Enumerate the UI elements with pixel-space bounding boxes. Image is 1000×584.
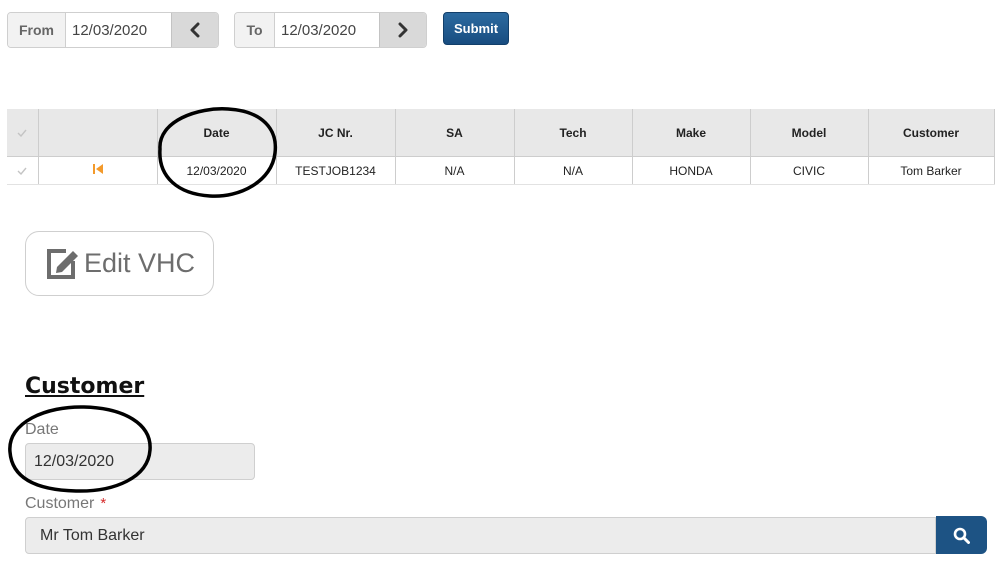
chevron-left-icon [190,22,200,38]
date-field-label: Date [25,421,59,438]
chevron-right-icon [398,22,408,38]
row-date: 12/03/2020 [157,156,277,185]
from-label: From [8,13,66,47]
to-label: To [235,13,275,47]
flag-icon [92,164,103,174]
column-header-jc-nr[interactable]: JC Nr. [276,109,396,157]
table-row[interactable]: 12/03/2020 TESTJOB1234 N/A N/A HONDA CIV… [7,156,995,185]
check-icon [17,167,27,175]
previous-date-button[interactable] [171,13,218,47]
row-jc-nr: TESTJOB1234 [276,156,396,185]
search-icon [953,527,970,544]
row-make: HONDA [632,156,751,185]
customer-search-button[interactable] [936,516,987,554]
column-header-model[interactable]: Model [750,109,869,157]
customer-label-text: Customer [25,495,95,512]
edit-vhc-label: Edit VHC [83,248,196,278]
date-field[interactable] [25,443,255,480]
row-sa: N/A [395,156,515,185]
row-flag-cell[interactable] [38,156,158,185]
row-customer: Tom Barker [868,156,995,185]
column-header-customer[interactable]: Customer [868,109,995,157]
from-date-input[interactable] [66,13,171,47]
from-date-group: From [7,12,219,48]
column-header-make[interactable]: Make [632,109,751,157]
row-checkbox[interactable] [7,156,39,185]
customer-field[interactable] [25,517,936,554]
customer-field-label: Customer * [25,495,106,513]
job-grid: Date JC Nr. SA Tech Make Model Customer … [7,109,995,185]
grid-header-row: Date JC Nr. SA Tech Make Model Customer [7,109,995,157]
column-header-date[interactable]: Date [157,109,277,157]
select-all-checkbox[interactable] [7,109,39,157]
edit-icon [46,248,78,279]
customer-section-title: Customer [25,374,145,399]
check-icon [17,129,27,137]
column-header-sa[interactable]: SA [395,109,515,157]
to-date-input[interactable] [275,13,379,47]
submit-button[interactable]: Submit [443,12,509,45]
column-header-blank [38,109,158,157]
required-marker: * [100,495,107,512]
next-date-button[interactable] [379,13,426,47]
column-header-tech[interactable]: Tech [514,109,633,157]
row-model: CIVIC [750,156,869,185]
row-tech: N/A [514,156,633,185]
edit-vhc-button[interactable]: Edit VHC [25,231,214,296]
to-date-group: To [234,12,427,48]
